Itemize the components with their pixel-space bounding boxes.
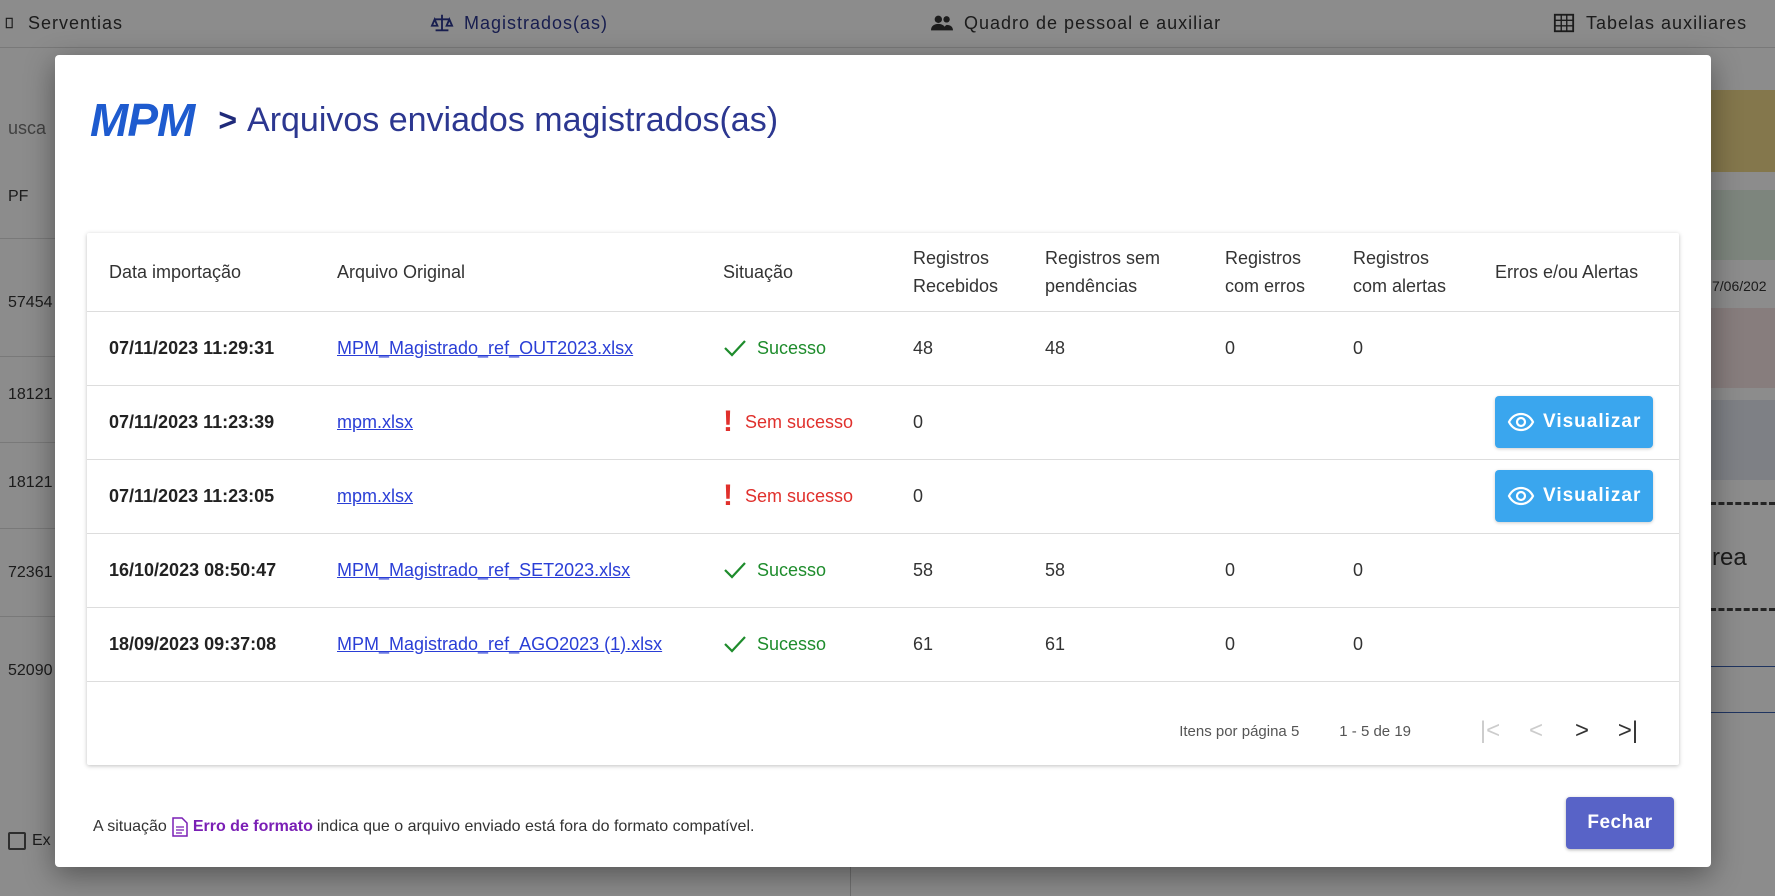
actions-cell xyxy=(1473,533,1679,608)
received-count: 48 xyxy=(891,311,1023,386)
exclamation-icon: ! xyxy=(723,479,733,512)
errors-count: 0 xyxy=(1203,533,1331,608)
status-badge: Sucesso xyxy=(723,338,879,359)
status-label: Sucesso xyxy=(757,559,827,580)
items-per-page-label: Itens por página xyxy=(1179,722,1287,740)
table-row: 07/11/2023 11:23:05 mpm.xlsx! Sem sucesso 0… xyxy=(87,459,1679,534)
file-link[interactable]: mpm.xlsx xyxy=(337,412,413,432)
clean-count: 61 xyxy=(1023,607,1203,682)
received-count: 61 xyxy=(891,607,1023,682)
errors-count: 0 xyxy=(1203,311,1331,386)
import-date: 16/10/2023 08:50:47 xyxy=(87,533,315,608)
format-error-label: Erro de formato xyxy=(192,818,313,835)
status-badge: Sucesso xyxy=(723,634,879,655)
exclamation-icon: ! xyxy=(723,405,733,438)
import-date: 18/09/2023 09:37:08 xyxy=(87,607,315,682)
errors-count: 0 xyxy=(1203,607,1331,682)
check-icon xyxy=(724,636,746,653)
file-link[interactable]: mpm.xlsx xyxy=(337,486,413,506)
check-icon xyxy=(724,340,746,357)
mpm-logo: MPM xyxy=(90,94,195,146)
view-button-label: Visualizar xyxy=(1543,411,1642,432)
items-per-page[interactable]: Itens por página 5 xyxy=(1179,723,1299,740)
status-label: Sem sucesso xyxy=(745,485,854,506)
status-label: Sucesso xyxy=(757,337,827,358)
actions-cell: Visualizar xyxy=(1473,459,1679,534)
view-button[interactable]: Visualizar xyxy=(1495,470,1654,522)
first-page-icon[interactable]: |< xyxy=(1467,711,1513,751)
received-count: 58 xyxy=(891,533,1023,608)
clean-count: 58 xyxy=(1023,533,1203,608)
status-badge: ! Sem sucesso xyxy=(723,481,879,511)
received-count: 0 xyxy=(891,459,1023,534)
table-row: 18/09/2023 09:37:08 MPM_Magistrado_ref_AG… xyxy=(87,607,1679,682)
chevron-right-icon: > xyxy=(218,101,238,138)
import-date: 07/11/2023 11:23:39 xyxy=(87,385,315,460)
file-link[interactable]: MPM_Magistrado_ref_AGO2023 (1).xlsx xyxy=(337,634,662,654)
eye-icon xyxy=(1507,412,1535,432)
items-per-page-value: 5 xyxy=(1290,722,1300,740)
file-link[interactable]: MPM_Magistrado_ref_SET2023.xlsx xyxy=(337,560,630,580)
modal-header: MPM > Arquivos enviados magistrados(as) xyxy=(90,93,778,147)
document-icon xyxy=(172,817,188,837)
received-count: 0 xyxy=(891,385,1023,460)
table-header-row: Data importação Arquivo Original Situaçã… xyxy=(87,233,1679,312)
status-label: Sucesso xyxy=(757,633,827,654)
paginator: Itens por página 5 1 - 5 de 19 |< < > >| xyxy=(1179,711,1651,751)
actions-cell xyxy=(1473,607,1679,682)
table-row: 07/11/2023 11:23:39 mpm.xlsx! Sem sucesso 0… xyxy=(87,385,1679,460)
files-table: Data importação Arquivo Original Situaçã… xyxy=(87,233,1679,682)
alerts-count: 0 xyxy=(1331,311,1473,386)
import-date: 07/11/2023 11:29:31 xyxy=(87,311,315,386)
alerts-count: 0 xyxy=(1331,533,1473,608)
next-page-icon[interactable]: > xyxy=(1559,711,1605,751)
view-button[interactable]: Visualizar xyxy=(1495,396,1654,448)
col-header: Situação xyxy=(701,233,891,312)
page-range: 1 - 5 de 19 xyxy=(1339,722,1411,740)
col-header: Arquivo Original xyxy=(315,233,701,312)
clean-count xyxy=(1023,385,1203,460)
alerts-count xyxy=(1331,459,1473,534)
clean-count xyxy=(1023,459,1203,534)
files-modal: MPM > Arquivos enviados magistrados(as) … xyxy=(55,55,1711,867)
eye-icon xyxy=(1507,486,1535,506)
actions-cell: Visualizar xyxy=(1473,385,1679,460)
col-header: Registros Recebidos xyxy=(891,233,1023,312)
col-header: Erros e/ou Alertas xyxy=(1473,233,1679,312)
modal-title: Arquivos enviados magistrados(as) xyxy=(247,100,779,139)
check-icon xyxy=(724,562,746,579)
col-header: Registros com alertas xyxy=(1331,233,1473,312)
alerts-count xyxy=(1331,385,1473,460)
footer-note: A situação Erro de formato indica que o … xyxy=(93,817,754,837)
errors-count xyxy=(1203,385,1331,460)
last-page-icon[interactable]: >| xyxy=(1605,711,1651,751)
alerts-count: 0 xyxy=(1331,607,1473,682)
col-header: Registros com erros xyxy=(1203,233,1331,312)
prev-page-icon[interactable]: < xyxy=(1513,711,1559,751)
import-date: 07/11/2023 11:23:05 xyxy=(87,459,315,534)
clean-count: 48 xyxy=(1023,311,1203,386)
col-header: Data importação xyxy=(87,233,315,312)
format-error-badge: Erro de formato xyxy=(171,817,313,837)
table-row: 16/10/2023 08:50:47 MPM_Magistrado_ref_SE… xyxy=(87,533,1679,608)
actions-cell xyxy=(1473,311,1679,386)
status-label: Sem sucesso xyxy=(745,411,854,432)
view-button-label: Visualizar xyxy=(1543,485,1642,506)
errors-count xyxy=(1203,459,1331,534)
col-header: Registros sem pendências xyxy=(1023,233,1203,312)
close-button[interactable]: Fechar xyxy=(1566,797,1674,849)
table-row: 07/11/2023 11:29:31 MPM_Magistrado_ref_OU… xyxy=(87,311,1679,386)
status-badge: Sucesso xyxy=(723,560,879,581)
status-badge: ! Sem sucesso xyxy=(723,407,879,437)
footer-suffix: indica que o arquivo enviado está fora d… xyxy=(316,818,755,835)
files-table-card: Data importação Arquivo Original Situaçã… xyxy=(87,233,1679,765)
file-link[interactable]: MPM_Magistrado_ref_OUT2023.xlsx xyxy=(337,338,633,358)
footer-prefix: A situação xyxy=(93,818,167,835)
